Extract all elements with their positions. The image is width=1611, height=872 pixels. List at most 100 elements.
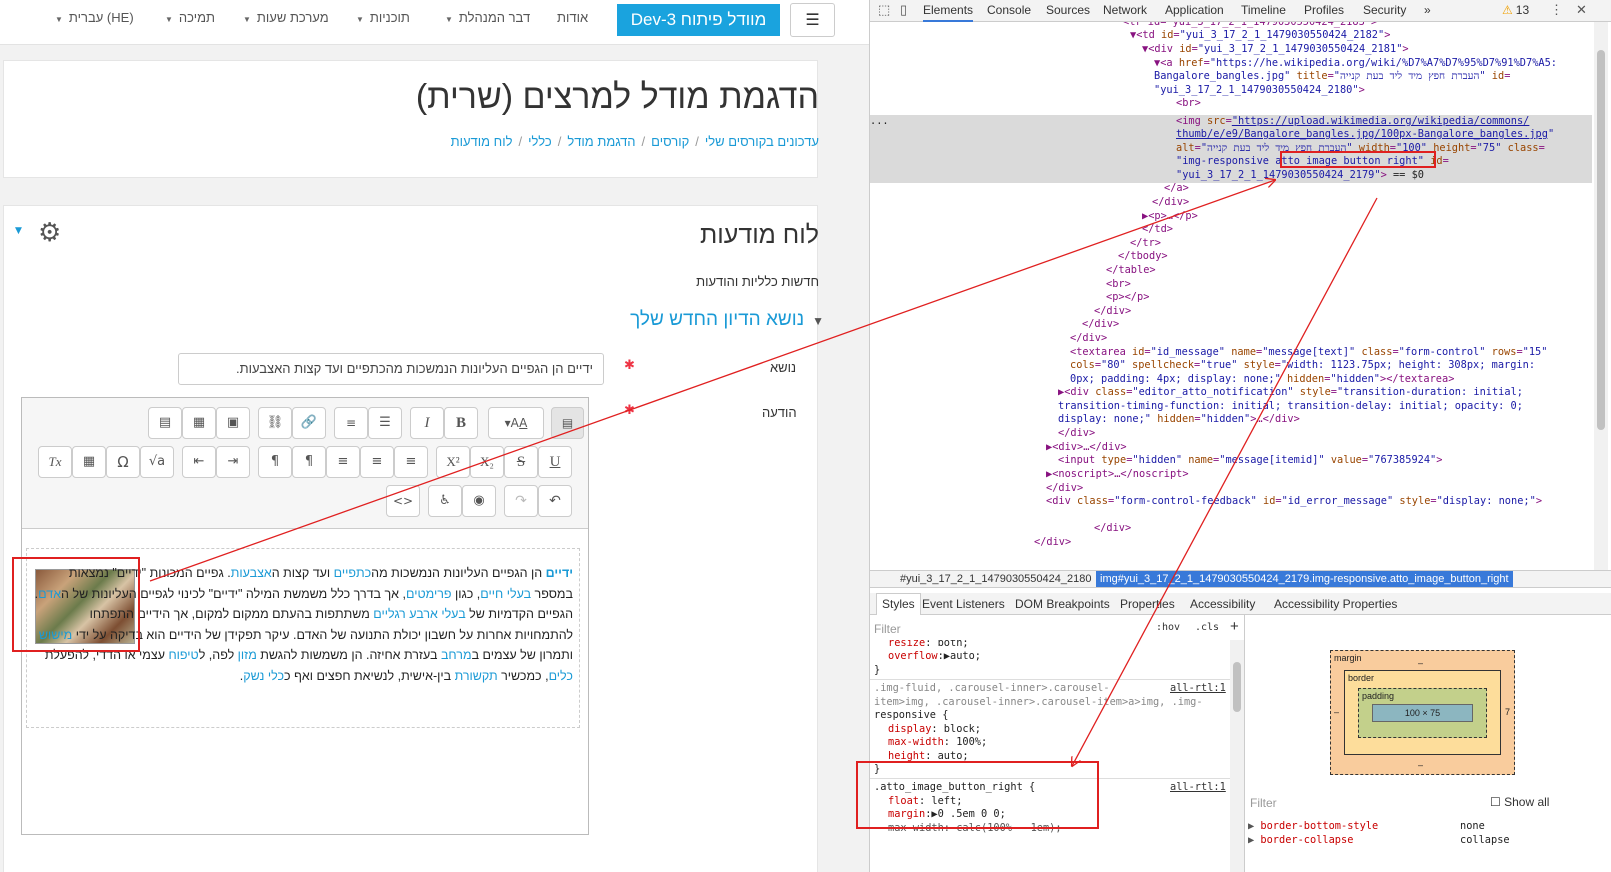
breadcrumb-item[interactable]: הדגמת מודל	[567, 134, 635, 149]
tab-styles[interactable]: Styles	[876, 593, 921, 615]
indent-button[interactable]: ⇥	[216, 446, 250, 478]
toolbar-toggle-button[interactable]: ▤	[551, 407, 584, 439]
bold-button[interactable]: B	[444, 407, 478, 439]
tab-network[interactable]: Network	[1103, 3, 1147, 17]
subject-input[interactable]: ידיים הן הגפיים העליונות הנמשכות מהכתפיי…	[178, 353, 604, 385]
superscript-button[interactable]: X²	[436, 446, 470, 478]
redo-button[interactable]: ↷	[504, 485, 538, 517]
computed-filter-input[interactable]: Filter	[1250, 796, 1277, 810]
breadcrumb-item[interactable]: קורסים	[651, 134, 689, 149]
gear-icon[interactable]: ⚙	[38, 218, 61, 248]
unlink-icon[interactable]: ⛓	[258, 407, 292, 439]
underline-button[interactable]: U	[538, 446, 572, 478]
dom-crumb-img[interactable]: img#yui_3_17_2_1_1479030550424_2179.img-…	[1096, 571, 1513, 587]
scrollbar-thumb[interactable]	[1597, 50, 1605, 430]
tab-properties[interactable]: Properties	[1120, 597, 1175, 611]
wiki-link[interactable]: מרחב	[441, 648, 472, 662]
special-char-button[interactable]: Ω	[106, 446, 140, 478]
dom-scrollbar[interactable]	[1594, 22, 1608, 570]
wiki-link[interactable]: כלי נשק	[243, 669, 284, 683]
tab-accessibility[interactable]: Accessibility	[1190, 597, 1255, 611]
scrollbar-thumb[interactable]	[1233, 662, 1241, 712]
breadcrumb-separator: /	[518, 134, 523, 149]
caret-down-icon[interactable]: ▼	[15, 226, 22, 236]
hover-state-toggle[interactable]: :hov	[1156, 622, 1180, 633]
paragraph-text: הן הגפיים העליונות הנמשכות מה	[371, 566, 546, 580]
new-topic-toggle[interactable]: ▼ נושא הדיון החדש שלך	[630, 309, 824, 331]
wiki-link[interactable]: אצבעות	[231, 566, 272, 580]
paragraph-text: ועד קצות ה	[271, 566, 334, 580]
wiki-link[interactable]: תקשורת	[455, 669, 498, 683]
breadcrumb-item[interactable]: עדכונים בקורסים שלי	[705, 134, 819, 149]
site-brand[interactable]: מוודל פיתוח Dev-3	[617, 4, 780, 36]
strikethrough-button[interactable]: S	[504, 446, 538, 478]
nav-item-programs[interactable]: תוכניות ▼	[356, 10, 410, 25]
ltr-button[interactable]: ¶	[292, 446, 326, 478]
manage-files-button[interactable]: ▤	[148, 407, 182, 439]
italic-button[interactable]: I	[410, 407, 444, 439]
wiki-link[interactable]: מזון	[238, 648, 257, 662]
table-button[interactable]: ▦	[72, 446, 106, 478]
wiki-link[interactable]: בעלי ארבע רגליים	[373, 607, 465, 621]
wiki-link[interactable]: טיפוח	[168, 648, 198, 662]
tab-security[interactable]: Security	[1363, 3, 1406, 17]
breadcrumb-item[interactable]: לוח מודעות	[451, 134, 513, 149]
device-mode-icon[interactable]: ▯	[900, 2, 907, 18]
html-source-button[interactable]: <>	[386, 485, 420, 517]
media-button[interactable]: ▦	[182, 407, 216, 439]
link-button[interactable]: 🔗	[292, 407, 326, 439]
more-tabs-button[interactable]: »	[1424, 3, 1431, 17]
more-options-icon[interactable]: ⋮	[1550, 2, 1563, 18]
image-button[interactable]: ▣	[216, 407, 250, 439]
align-right-button[interactable]: ≡	[326, 446, 360, 478]
warning-counter[interactable]: ⚠ 13	[1502, 3, 1529, 17]
outdent-button[interactable]: ⇤	[182, 446, 216, 478]
breadcrumb-item[interactable]: כללי	[528, 134, 552, 149]
tab-accessibility-properties[interactable]: Accessibility Properties	[1274, 597, 1397, 611]
tab-dom-breakpoints[interactable]: DOM Breakpoints	[1015, 597, 1110, 611]
tab-profiles[interactable]: Profiles	[1304, 3, 1344, 17]
align-center-button[interactable]: ≡	[360, 446, 394, 478]
tab-console[interactable]: Console	[987, 3, 1031, 17]
tab-application[interactable]: Application	[1165, 3, 1224, 17]
required-icon: ✱	[624, 403, 635, 418]
tab-elements[interactable]: Elements	[923, 3, 974, 22]
styles-scrollbar[interactable]	[1230, 640, 1244, 872]
tab-event-listeners[interactable]: Event Listeners	[922, 597, 1005, 611]
unordered-list-button[interactable]: ☰	[368, 407, 402, 439]
computed-row[interactable]: ▶ border-collapse	[1248, 834, 1353, 846]
nav-item-support[interactable]: תמיכה ▼	[165, 10, 215, 25]
wiki-link[interactable]: ידיים	[546, 566, 573, 580]
wiki-link[interactable]: פרימטים	[406, 587, 452, 601]
subscript-button[interactable]: X₂	[470, 446, 504, 478]
ordered-list-button[interactable]: ≡	[334, 407, 368, 439]
menu-toggle-button[interactable]: ☰	[790, 3, 835, 37]
align-left-button[interactable]: ≡	[394, 446, 428, 478]
rtl-button[interactable]: ¶	[258, 446, 292, 478]
clear-formatting-button[interactable]: Tx	[38, 446, 72, 478]
undo-button[interactable]: ↶	[538, 485, 572, 517]
wiki-link[interactable]: כלים	[549, 669, 573, 683]
wiki-link[interactable]: כתפיים	[334, 566, 372, 580]
accessibility-checker-icon[interactable]: ◉	[462, 485, 496, 517]
tab-sources[interactable]: Sources	[1046, 3, 1090, 17]
computed-row[interactable]: ▶ border-bottom-style	[1248, 820, 1378, 832]
new-rule-button[interactable]: +	[1230, 618, 1239, 635]
class-toggle[interactable]: .cls	[1195, 622, 1219, 633]
show-all-toggle[interactable]: ☐ Show all	[1490, 795, 1549, 809]
wiki-link[interactable]: בעלי חיים	[480, 587, 531, 601]
nav-item-director[interactable]: דבר המנהלת ▼	[445, 10, 530, 25]
highlight-class-box	[1280, 151, 1436, 168]
inspect-element-icon[interactable]: ⬚	[878, 2, 890, 18]
nav-item-schedule[interactable]: מערכת שעות ▼	[243, 10, 329, 25]
screenreader-helper-icon[interactable]: ♿	[428, 485, 462, 517]
close-icon[interactable]: ✕	[1576, 2, 1587, 18]
tab-timeline[interactable]: Timeline	[1241, 3, 1286, 17]
dom-crumb-a[interactable]: #yui_3_17_2_1_1479030550424_2180	[900, 573, 1091, 585]
language-menu[interactable]: ▼ עברית (HE)	[55, 10, 134, 25]
style-dropdown-button[interactable]: ▾AA	[488, 407, 544, 439]
equation-button[interactable]: √a	[140, 446, 174, 478]
styles-filter-input[interactable]: Filter	[874, 622, 901, 636]
breadcrumb-separator: /	[695, 134, 699, 149]
nav-item-about[interactable]: אודות	[557, 10, 588, 25]
